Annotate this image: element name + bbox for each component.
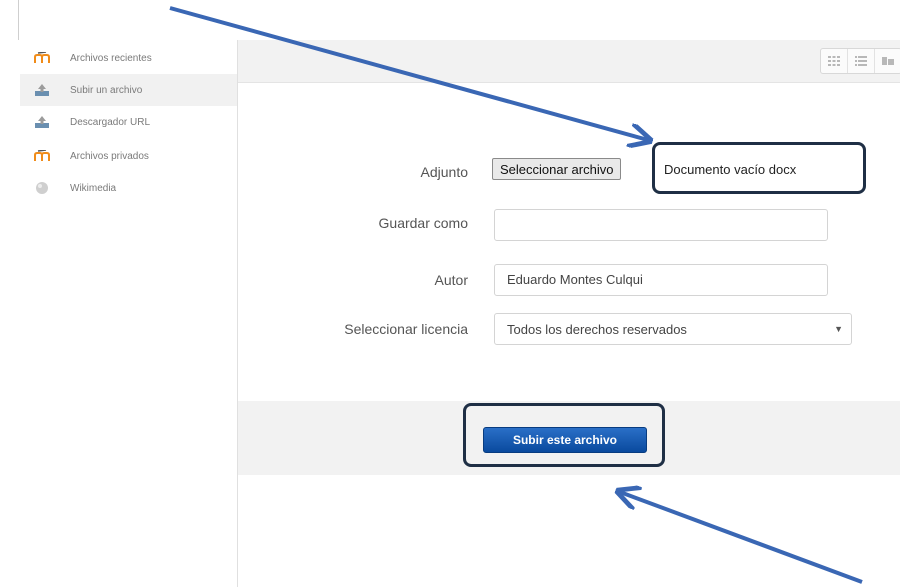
arrow-to-file-name [169,6,648,140]
arrow-to-submit-button [620,492,863,584]
annotation-arrows [169,6,863,584]
